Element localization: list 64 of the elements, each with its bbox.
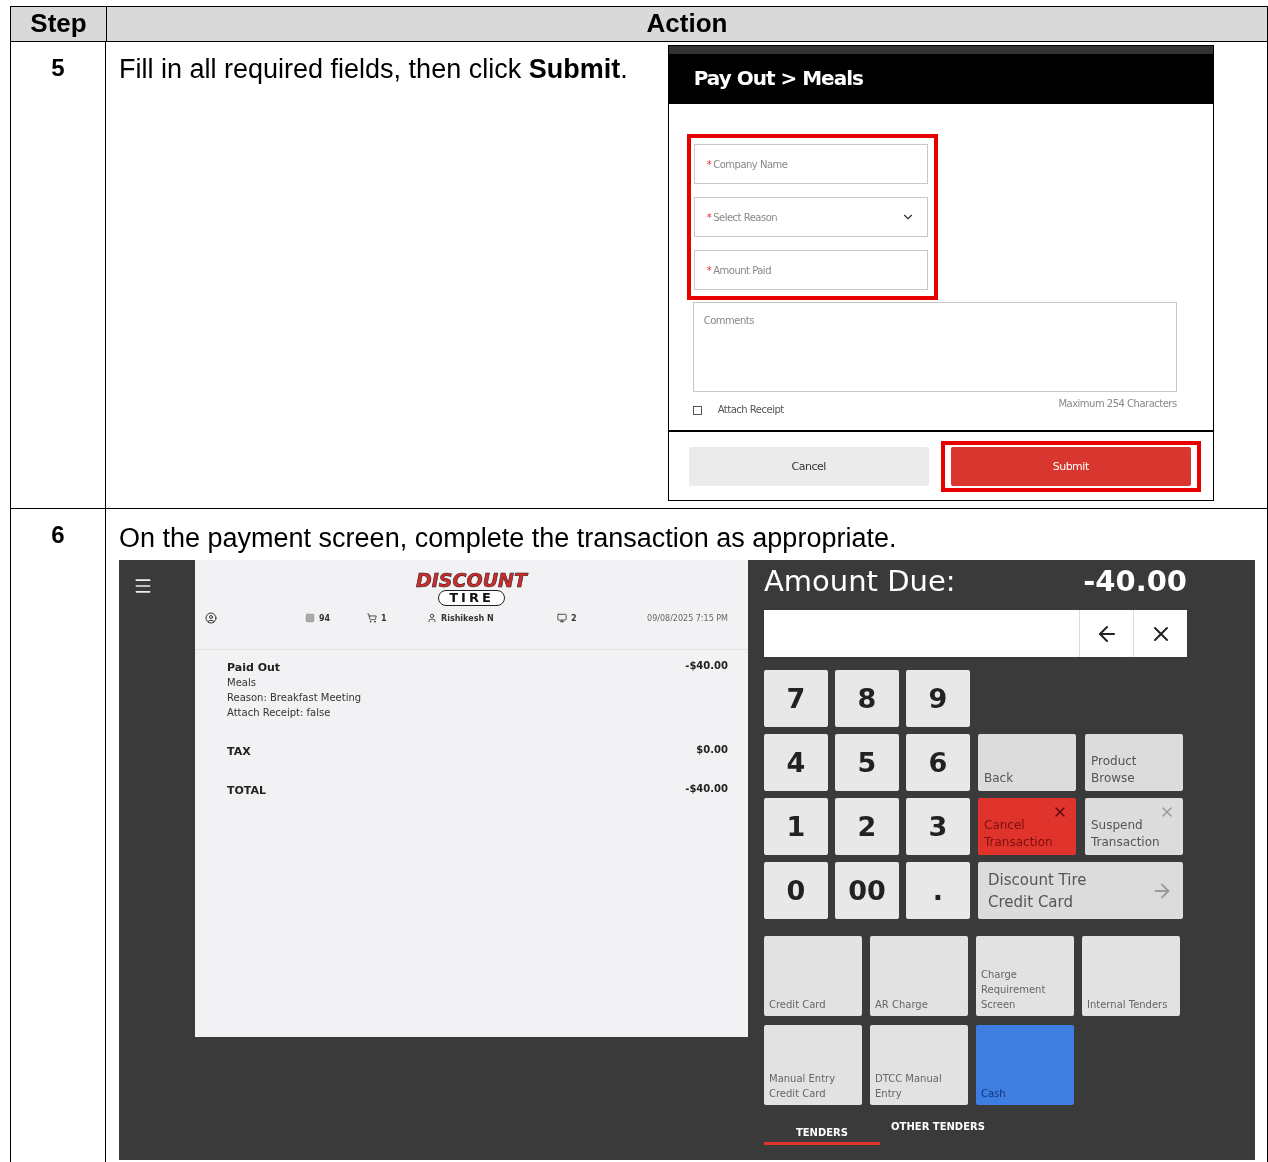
amount-due-value: -40.00 [1083,564,1187,598]
step-number: 6 [51,521,65,548]
keypad-key[interactable]: 8 [835,670,899,727]
reason-dropdown[interactable]: * Select Reason [693,197,928,237]
keypad-key[interactable]: 4 [764,734,828,791]
tab[interactable]: OTHER TENDERS [880,1121,996,1145]
account-icon[interactable] [205,612,217,624]
status-text: 1 [381,613,387,623]
status-text: 2 [571,613,577,623]
column-header: Action [106,7,1267,41]
checkbox-label: Attach Receipt [717,404,784,415]
dialog-title: Pay Out > Meals [668,54,1213,104]
submit-button[interactable]: Submit [950,446,1191,486]
line-detail: Reason: Breakfast Meeting [227,691,362,705]
keypad-key[interactable]: . [906,862,970,919]
monitor-icon [557,613,567,623]
tender-button[interactable]: DTCC Manual Entry [870,1025,968,1105]
tender-button[interactable]: Charge Requirement Screen [976,936,1074,1016]
action-button[interactable]: Suspend Transaction [1085,798,1183,855]
keypad-key[interactable]: 2 [835,798,899,855]
line-amount: -$40.00 [685,783,728,796]
cancel-button[interactable]: Cancel [688,446,929,486]
action-button[interactable]: Discount Tire Credit Card [978,862,1183,919]
line-title: TAX [227,744,251,759]
keypad-key[interactable]: 7 [764,670,828,727]
tender-button[interactable]: Cash [976,1025,1074,1105]
keypad-key[interactable]: 5 [835,734,899,791]
keypad-key[interactable]: 6 [906,734,970,791]
menu-icon[interactable] [133,576,153,596]
step-number: 5 [51,54,65,81]
action-button[interactable]: Back [978,734,1076,791]
date-time: 09/08/2025 7:15 PM [647,613,728,623]
character-limit-note: Maximum 254 Characters [1058,398,1177,409]
column-header: Step [29,7,88,40]
line-detail: Meals [227,676,257,690]
keypad-key[interactable]: 9 [906,670,970,727]
tender-button[interactable]: Internal Tenders [1082,936,1180,1016]
action-button[interactable]: Product Browse [1085,734,1183,791]
line-amount: -$40.00 [685,660,728,673]
register-icon [305,613,315,623]
instruction-text: On the payment screen, complete the transaction as appropriate. [119,522,898,554]
comments-field[interactable]: Comments [692,302,1177,392]
line-detail: Attach Receipt: false [227,706,332,720]
checkbox[interactable] [692,406,702,415]
tender-button[interactable]: Credit Card [764,936,862,1016]
keypad-key[interactable]: 3 [906,798,970,855]
person-icon [427,613,437,623]
status-text: Rishikesh N [441,613,494,623]
input-field[interactable]: * Amount Paid [693,250,928,290]
keypad-key[interactable]: 0 [764,862,828,919]
input-field[interactable]: * Company Name [693,144,928,184]
amount-due-label: Amount Due: [764,564,956,598]
tender-button[interactable]: AR Charge [870,936,968,1016]
line-amount: $0.00 [696,744,728,757]
cart-icon [367,613,377,623]
keypad-key[interactable]: 1 [764,798,828,855]
line-title: Paid Out [227,660,282,675]
line-title: TOTAL [227,783,267,798]
tender-button[interactable]: Manual Entry Credit Card [764,1025,862,1105]
instruction-text: Fill in all required fields, then click Submit. [119,53,628,86]
keypad-key[interactable]: 00 [835,862,899,919]
tab[interactable]: TENDERS [764,1121,880,1145]
logo: DISCOUNT TIRE [416,570,527,606]
status-text: 94 [319,613,331,623]
